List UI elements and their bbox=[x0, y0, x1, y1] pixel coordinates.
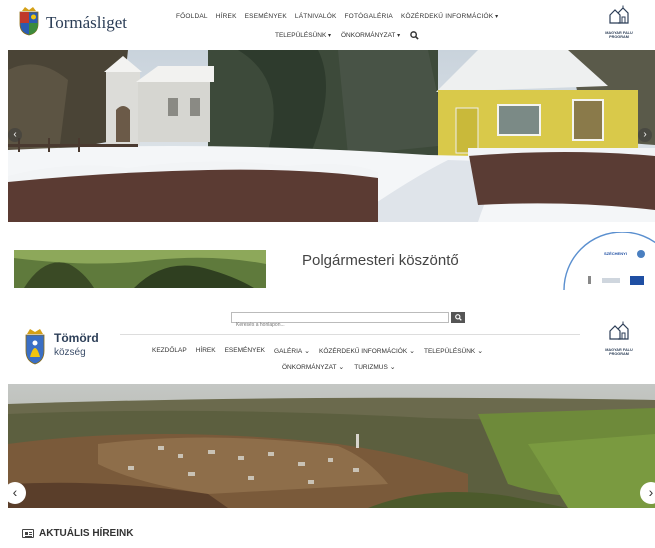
tomord-site: Tömörd község KEZDŐLAP HÍREK ESEMÉNYEK G… bbox=[0, 300, 655, 548]
mayor-photo-thumbnail[interactable] bbox=[14, 250, 266, 288]
magyar-falu-label: MAGYAR FALU PROGRAM bbox=[605, 348, 633, 357]
main-nav-row2: ÖNKORMÁNYZAT TURIZMUS bbox=[282, 363, 396, 371]
site-title[interactable]: Tömörd bbox=[54, 331, 99, 345]
mayor-photo bbox=[14, 250, 266, 288]
nav-item-fooldal[interactable]: FŐOLDAL bbox=[176, 13, 208, 20]
nav-item-kozerdeku[interactable]: KÖZÉRDEKŰ INFORMÁCIÓK bbox=[401, 13, 498, 20]
village-house-icon bbox=[609, 321, 629, 340]
nav-item-galeria[interactable]: GALÉRIA bbox=[274, 347, 310, 355]
nav-item-onkormanyzat[interactable]: ÖNKORMÁNYZAT bbox=[282, 363, 344, 371]
village-house-icon bbox=[609, 5, 629, 24]
main-nav: KEZDŐLAP HÍREK ESEMÉNYEK GALÉRIA KÖZÉRDE… bbox=[152, 347, 483, 355]
hero-slider[interactable]: ‹ › bbox=[8, 50, 655, 222]
nav-item-fotogaleria[interactable]: FOTÓGALÉRIA bbox=[345, 13, 393, 20]
magyar-falu-program-logo[interactable]: MAGYAR FALU PROGRAM bbox=[604, 320, 634, 356]
main-nav: FŐOLDAL HÍREK ESEMÉNYEK LÁTNIVALÓK FOTÓG… bbox=[176, 13, 498, 20]
content-preview: Polgármesteri köszöntő SZÉCHENYI bbox=[0, 222, 655, 290]
nav-item-latnivalok[interactable]: LÁTNIVALÓK bbox=[295, 13, 337, 20]
coat-of-arms-icon[interactable] bbox=[24, 327, 46, 365]
newspaper-icon bbox=[22, 529, 34, 538]
szechenyi-label: SZÉCHENYI bbox=[604, 251, 627, 256]
search-icon[interactable] bbox=[410, 31, 419, 40]
search-icon bbox=[454, 314, 462, 321]
magyar-falu-label: MAGYAR FALU PROGRAM bbox=[605, 31, 633, 40]
header-divider bbox=[120, 334, 580, 335]
szechenyi-2020-badge[interactable]: SZÉCHENYI bbox=[562, 232, 655, 290]
szechenyi-badge-graphic bbox=[563, 232, 655, 290]
slider-next-button[interactable]: › bbox=[638, 128, 652, 142]
news-heading-text[interactable]: AKTUÁLIS HÍREINK bbox=[39, 528, 133, 539]
nav-item-esemenyek[interactable]: ESEMÉNYEK bbox=[225, 347, 265, 355]
magyar-falu-program-logo[interactable]: MAGYAR FALU PROGRAM bbox=[604, 5, 634, 41]
slider-prev-button[interactable]: ‹ bbox=[8, 128, 22, 142]
hero-aerial-village-image bbox=[8, 384, 655, 508]
nav-item-telepulesunk[interactable]: TELEPÜLÉSÜNK bbox=[424, 347, 483, 355]
slider-next-button[interactable]: › bbox=[640, 482, 655, 504]
site-subtitle: község bbox=[54, 347, 86, 358]
hero-winter-image bbox=[8, 50, 655, 222]
site-title[interactable]: Tormásliget bbox=[46, 13, 127, 33]
tormasliget-site: Tormásliget FŐOLDAL HÍREK ESEMÉNYEK LÁTN… bbox=[0, 0, 655, 290]
main-nav-row2: TELEPÜLÉSÜNK ÖNKORMÁNYZAT bbox=[275, 31, 419, 40]
nav-item-hirek[interactable]: HÍREK bbox=[196, 347, 216, 355]
nav-item-onkormanyzat[interactable]: ÖNKORMÁNYZAT bbox=[341, 32, 400, 39]
site-search-box[interactable] bbox=[231, 312, 449, 330]
nav-item-hirek[interactable]: HÍREK bbox=[216, 13, 237, 20]
nav-item-turizmus[interactable]: TURIZMUS bbox=[354, 363, 395, 371]
hero-slider[interactable]: ‹ › bbox=[8, 384, 655, 508]
nav-item-kozerdeku[interactable]: KÖZÉRDEKŰ INFORMÁCIÓK bbox=[319, 347, 415, 355]
nav-item-esemenyek[interactable]: ESEMÉNYEK bbox=[245, 13, 287, 20]
mayor-welcome-heading[interactable]: Polgármesteri köszöntő bbox=[302, 252, 459, 269]
nav-item-telepulesunk[interactable]: TELEPÜLÉSÜNK bbox=[275, 32, 331, 39]
search-button[interactable] bbox=[451, 312, 465, 323]
coat-of-arms-icon[interactable] bbox=[18, 6, 40, 36]
site-header: Tormásliget FŐOLDAL HÍREK ESEMÉNYEK LÁTN… bbox=[0, 0, 655, 48]
news-section-heading: AKTUÁLIS HÍREINK bbox=[22, 528, 133, 539]
nav-item-kezdolap[interactable]: KEZDŐLAP bbox=[152, 347, 187, 355]
search-input[interactable] bbox=[232, 320, 448, 330]
